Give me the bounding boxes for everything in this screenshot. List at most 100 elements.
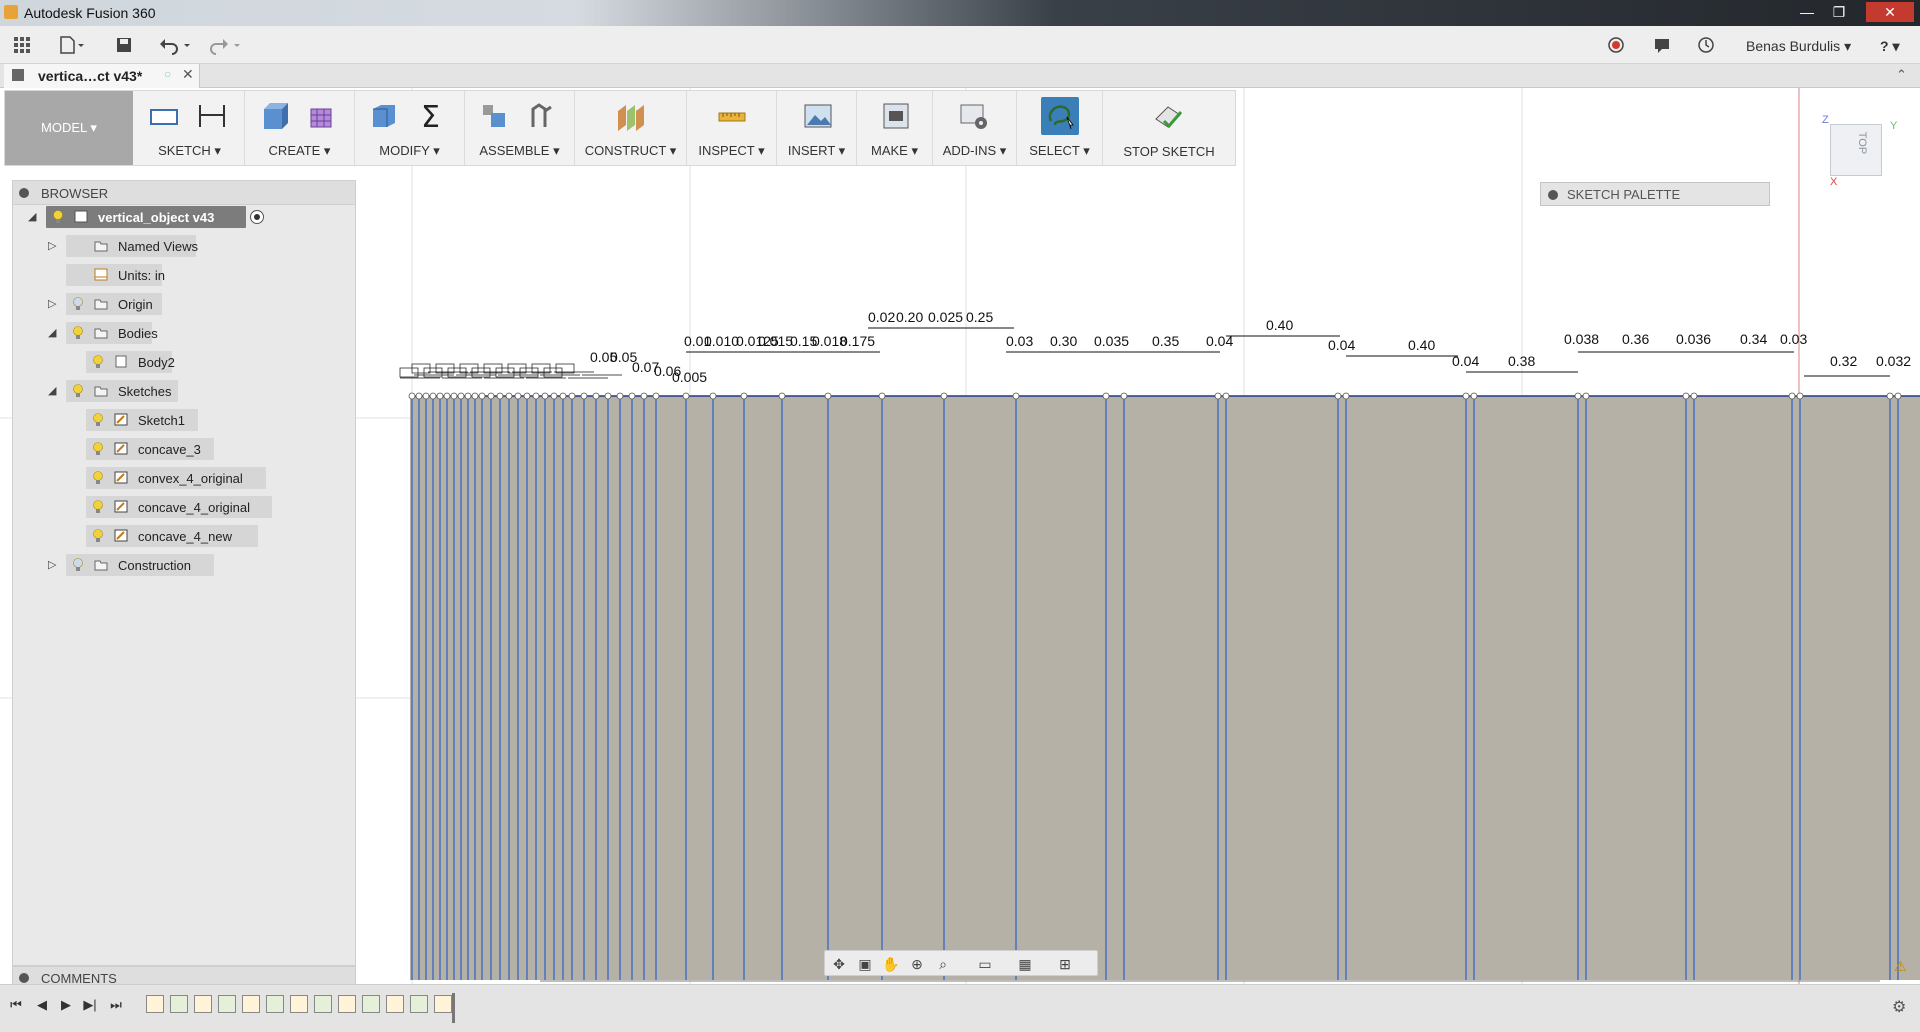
extrude-icon[interactable] bbox=[257, 99, 291, 133]
browser-item-chip[interactable]: Named Views bbox=[66, 235, 198, 257]
file-menu-icon[interactable] bbox=[58, 35, 86, 55]
parameters-sigma-icon[interactable]: Σ bbox=[415, 99, 449, 133]
expand-toggle-icon[interactable]: ▷ bbox=[48, 559, 60, 571]
expand-icon[interactable] bbox=[19, 973, 29, 983]
expand-toggle-icon[interactable]: ◢ bbox=[48, 327, 60, 339]
browser-item-chip[interactable]: Sketch1 bbox=[86, 409, 198, 431]
browser-item-chip[interactable]: Units: in bbox=[66, 264, 165, 286]
sketch-palette[interactable]: SKETCH PALETTE bbox=[1540, 182, 1770, 206]
browser-tree-row[interactable]: ▷ Construction bbox=[12, 554, 352, 576]
timeline-feature-icon[interactable] bbox=[218, 995, 236, 1013]
timeline-feature-icon[interactable] bbox=[194, 995, 212, 1013]
timeline-play-icon[interactable]: ▶ bbox=[58, 997, 74, 1013]
toolbar-group-insert[interactable]: INSERT ▾ bbox=[777, 91, 857, 165]
press-pull-icon[interactable] bbox=[367, 99, 401, 133]
maximize-button[interactable]: ❐ bbox=[1822, 2, 1856, 22]
timeline-previous-icon[interactable]: ◀ bbox=[34, 997, 50, 1013]
toolbar-group-modify[interactable]: Σ MODIFY ▾ bbox=[355, 91, 465, 165]
visibility-bulb-icon[interactable] bbox=[92, 355, 104, 369]
timeline-feature-icon[interactable] bbox=[266, 995, 284, 1013]
timeline-feature-icon[interactable] bbox=[362, 995, 380, 1013]
timeline-marker[interactable] bbox=[452, 993, 455, 1023]
scripts-addins-icon[interactable] bbox=[957, 99, 991, 133]
browser-tree-row[interactable]: concave_4_new bbox=[12, 525, 352, 547]
timeline-feature-icon[interactable] bbox=[386, 995, 404, 1013]
browser-item-chip[interactable]: Construction bbox=[66, 554, 214, 576]
visibility-bulb-icon[interactable] bbox=[72, 558, 84, 572]
browser-tree-row[interactable]: convex_4_original bbox=[12, 467, 352, 489]
activate-component-icon[interactable] bbox=[250, 210, 264, 224]
visibility-bulb-icon[interactable] bbox=[52, 210, 64, 224]
timeline-feature-icon[interactable] bbox=[434, 995, 452, 1013]
user-menu[interactable]: Benas Burdulis ▾ bbox=[1746, 36, 1851, 56]
browser-tree-row[interactable]: Sketch1 bbox=[12, 409, 352, 431]
browser-item-chip[interactable]: Origin bbox=[66, 293, 162, 315]
toolbar-group-sketch[interactable]: SKETCH ▾ bbox=[135, 91, 245, 165]
toolbar-group-stop-sketch[interactable]: STOP SKETCH bbox=[1103, 91, 1235, 165]
job-status-icon[interactable] bbox=[1696, 35, 1716, 55]
new-component-icon[interactable] bbox=[477, 99, 511, 133]
browser-tree-row[interactable]: ◢ Sketches bbox=[12, 380, 352, 402]
fit-icon[interactable]: ⌕ bbox=[933, 954, 953, 974]
toolbar-group-add-ins[interactable]: ADD-INS ▾ bbox=[933, 91, 1017, 165]
visibility-bulb-icon[interactable] bbox=[92, 529, 104, 543]
timeline-last-icon[interactable]: ⏭ bbox=[108, 997, 124, 1013]
timeline-feature-icon[interactable] bbox=[146, 995, 164, 1013]
expand-toggle-icon[interactable]: ▷ bbox=[48, 298, 60, 310]
notifications-icon[interactable] bbox=[1652, 35, 1672, 55]
browser-tree-row[interactable]: ▷ Named Views bbox=[12, 235, 352, 257]
zoom-icon[interactable]: ⊕ bbox=[907, 954, 927, 974]
settings-gear-icon[interactable]: ⚙ bbox=[1892, 997, 1906, 1017]
select-lasso-icon[interactable] bbox=[1041, 97, 1079, 135]
visibility-bulb-icon[interactable] bbox=[92, 413, 104, 427]
browser-item-chip[interactable]: Bodies bbox=[66, 322, 158, 344]
timeline-feature-icon[interactable] bbox=[170, 995, 188, 1013]
grid-menu-icon[interactable] bbox=[12, 35, 32, 55]
toolbar-group-inspect[interactable]: INSPECT ▾ bbox=[687, 91, 777, 165]
visibility-bulb-icon[interactable] bbox=[72, 326, 84, 340]
display-settings-icon[interactable]: ▭ bbox=[975, 954, 995, 974]
expand-icon[interactable] bbox=[1548, 190, 1558, 200]
browser-tree-row[interactable]: Units: in bbox=[12, 264, 352, 286]
workspace-mode-button[interactable]: MODEL ▾ bbox=[5, 91, 133, 165]
collapse-icon[interactable] bbox=[19, 188, 29, 198]
timeline-feature-icon[interactable] bbox=[242, 995, 260, 1013]
document-tab[interactable]: vertica…ct v43* ○ ✕ bbox=[4, 64, 200, 88]
visibility-bulb-icon[interactable] bbox=[92, 471, 104, 485]
3d-print-icon[interactable] bbox=[879, 99, 913, 133]
grid-snaps-icon[interactable]: ▦ bbox=[1015, 954, 1035, 974]
browser-item-chip[interactable]: vertical_object v43 bbox=[46, 206, 246, 228]
record-icon[interactable] bbox=[1606, 35, 1626, 55]
browser-item-chip[interactable]: Body2 bbox=[86, 351, 175, 373]
viewports-icon[interactable]: ⊞ bbox=[1055, 954, 1075, 974]
close-tab-icon[interactable]: ✕ bbox=[182, 66, 194, 83]
browser-item-chip[interactable]: Sketches bbox=[66, 380, 178, 402]
browser-tree-row[interactable]: ◢ Bodies bbox=[12, 322, 352, 344]
look-at-icon[interactable]: ▣ bbox=[855, 954, 875, 974]
timeline-feature-icon[interactable] bbox=[338, 995, 356, 1013]
close-button[interactable]: ✕ bbox=[1866, 2, 1914, 22]
pan-icon[interactable]: ✋ bbox=[881, 954, 901, 974]
toolbar-group-construct[interactable]: CONSTRUCT ▾ bbox=[575, 91, 687, 165]
save-icon[interactable] bbox=[114, 35, 134, 55]
sketch-rectangle-icon[interactable] bbox=[147, 99, 181, 133]
browser-header[interactable]: BROWSER bbox=[13, 181, 355, 205]
toolbar-group-assemble[interactable]: ASSEMBLE ▾ bbox=[465, 91, 575, 165]
minimize-button[interactable]: — bbox=[1790, 2, 1824, 22]
timeline-feature-icon[interactable] bbox=[290, 995, 308, 1013]
expand-toggle-icon[interactable]: ◢ bbox=[28, 211, 40, 223]
visibility-bulb-icon[interactable] bbox=[72, 297, 84, 311]
browser-item-chip[interactable]: concave_3 bbox=[86, 438, 214, 460]
browser-tree-row[interactable]: Body2 bbox=[12, 351, 352, 373]
visibility-bulb-icon[interactable] bbox=[92, 500, 104, 514]
visibility-bulb-icon[interactable] bbox=[72, 384, 84, 398]
browser-tree-row[interactable]: concave_4_original bbox=[12, 496, 352, 518]
expand-toggle-icon[interactable]: ◢ bbox=[48, 385, 60, 397]
insert-image-icon[interactable] bbox=[801, 99, 835, 133]
toolbar-group-create[interactable]: CREATE ▾ bbox=[245, 91, 355, 165]
browser-item-chip[interactable]: convex_4_original bbox=[86, 467, 266, 489]
browser-item-chip[interactable]: concave_4_original bbox=[86, 496, 272, 518]
timeline-next-icon[interactable]: ▶| bbox=[82, 997, 98, 1013]
browser-tree-row[interactable]: ▷ Origin bbox=[12, 293, 352, 315]
timeline-feature-icon[interactable] bbox=[314, 995, 332, 1013]
